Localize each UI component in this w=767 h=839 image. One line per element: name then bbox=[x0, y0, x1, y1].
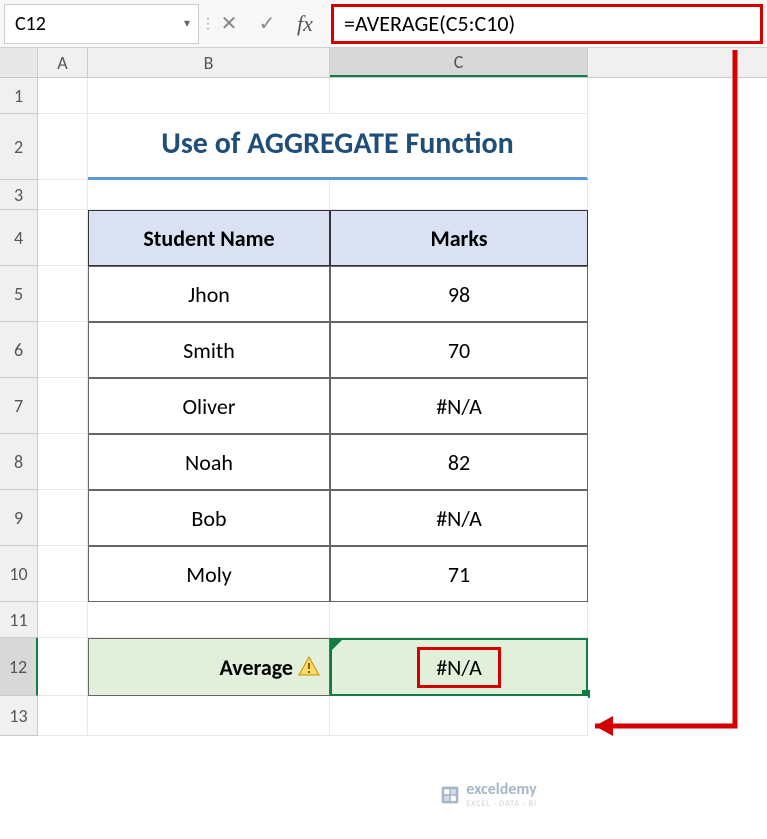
cell[interactable] bbox=[330, 78, 588, 114]
cell[interactable] bbox=[38, 638, 88, 696]
name-box[interactable]: C12 ▾ bbox=[4, 4, 199, 44]
row-header-8[interactable]: 8 bbox=[0, 434, 38, 490]
watermark-tagline: EXCEL · DATA · BI bbox=[466, 799, 537, 809]
average-label-cell[interactable]: Average bbox=[88, 638, 330, 696]
row-header-4[interactable]: 4 bbox=[0, 210, 38, 266]
watermark: exceldemy EXCEL · DATA · BI bbox=[440, 780, 537, 809]
table-header-marks[interactable]: Marks bbox=[330, 210, 588, 266]
cell[interactable] bbox=[38, 378, 88, 434]
formula-text: =AVERAGE(C5:C10) bbox=[344, 10, 515, 37]
table-row[interactable]: #N/A bbox=[330, 378, 588, 434]
table-row[interactable]: 98 bbox=[330, 266, 588, 322]
logo-icon bbox=[440, 785, 460, 805]
warning-icon[interactable] bbox=[297, 655, 321, 679]
row-header-2[interactable]: 2 bbox=[0, 114, 38, 180]
formula-input[interactable]: =AVERAGE(C5:C10) bbox=[331, 4, 763, 44]
row-header-1[interactable]: 1 bbox=[0, 78, 38, 114]
row-header-7[interactable]: 7 bbox=[0, 378, 38, 434]
average-value-cell[interactable]: #N/A bbox=[330, 638, 588, 696]
cell[interactable] bbox=[38, 322, 88, 378]
cell[interactable] bbox=[38, 546, 88, 602]
formula-bar: C12 ▾ ⋮ ✕ ✓ fx =AVERAGE(C5:C10) bbox=[0, 0, 767, 48]
table-row[interactable]: 70 bbox=[330, 322, 588, 378]
cancel-icon[interactable]: ✕ bbox=[211, 6, 247, 42]
page-title: Use of AGGREGATE Function bbox=[161, 125, 514, 162]
average-value: #N/A bbox=[417, 647, 501, 688]
cell[interactable] bbox=[88, 78, 330, 114]
cell[interactable] bbox=[38, 696, 88, 736]
table-row[interactable]: Moly bbox=[88, 546, 330, 602]
cell[interactable] bbox=[330, 602, 588, 638]
col-header-b[interactable]: B bbox=[88, 48, 330, 77]
row-header-3[interactable]: 3 bbox=[0, 180, 38, 210]
fx-icon[interactable]: fx bbox=[287, 6, 323, 42]
watermark-name: exceldemy bbox=[466, 780, 537, 799]
table-row[interactable]: #N/A bbox=[330, 490, 588, 546]
row-header-10[interactable]: 10 bbox=[0, 546, 38, 602]
cell[interactable] bbox=[38, 434, 88, 490]
cell[interactable] bbox=[38, 266, 88, 322]
table-row[interactable]: Jhon bbox=[88, 266, 330, 322]
table-row[interactable]: Oliver bbox=[88, 378, 330, 434]
col-header-a[interactable]: A bbox=[38, 48, 88, 77]
cell[interactable] bbox=[38, 180, 88, 210]
cell[interactable] bbox=[38, 210, 88, 266]
table-row[interactable]: Noah bbox=[88, 434, 330, 490]
spreadsheet-grid: 1 2 Use of AGGREGATE Function 3 4 Studen… bbox=[0, 78, 767, 736]
table-row[interactable]: 82 bbox=[330, 434, 588, 490]
cell[interactable] bbox=[38, 602, 88, 638]
cell[interactable] bbox=[330, 180, 588, 210]
average-label: Average bbox=[219, 654, 293, 681]
cell-reference: C12 bbox=[15, 12, 46, 36]
table-header-name[interactable]: Student Name bbox=[88, 210, 330, 266]
row-header-13[interactable]: 13 bbox=[0, 696, 38, 736]
cell[interactable] bbox=[38, 490, 88, 546]
cell[interactable] bbox=[38, 78, 88, 114]
row-header-9[interactable]: 9 bbox=[0, 490, 38, 546]
row-header-12[interactable]: 12 bbox=[0, 638, 38, 696]
enter-icon[interactable]: ✓ bbox=[249, 6, 285, 42]
cell[interactable] bbox=[88, 696, 330, 736]
row-header-6[interactable]: 6 bbox=[0, 322, 38, 378]
row-header-5[interactable]: 5 bbox=[0, 266, 38, 322]
cell[interactable] bbox=[330, 696, 588, 736]
column-headers: A B C bbox=[0, 48, 767, 78]
cell[interactable] bbox=[88, 180, 330, 210]
select-all-corner[interactable] bbox=[0, 48, 38, 77]
table-row[interactable]: Bob bbox=[88, 490, 330, 546]
chevron-down-icon[interactable]: ▾ bbox=[184, 16, 190, 31]
row-header-11[interactable]: 11 bbox=[0, 602, 38, 638]
cell[interactable] bbox=[38, 114, 88, 180]
col-header-c[interactable]: C bbox=[330, 48, 588, 77]
title-cell[interactable]: Use of AGGREGATE Function bbox=[88, 114, 588, 180]
divider: ⋮ bbox=[201, 15, 209, 32]
table-row[interactable]: 71 bbox=[330, 546, 588, 602]
cell[interactable] bbox=[88, 602, 330, 638]
table-row[interactable]: Smith bbox=[88, 322, 330, 378]
